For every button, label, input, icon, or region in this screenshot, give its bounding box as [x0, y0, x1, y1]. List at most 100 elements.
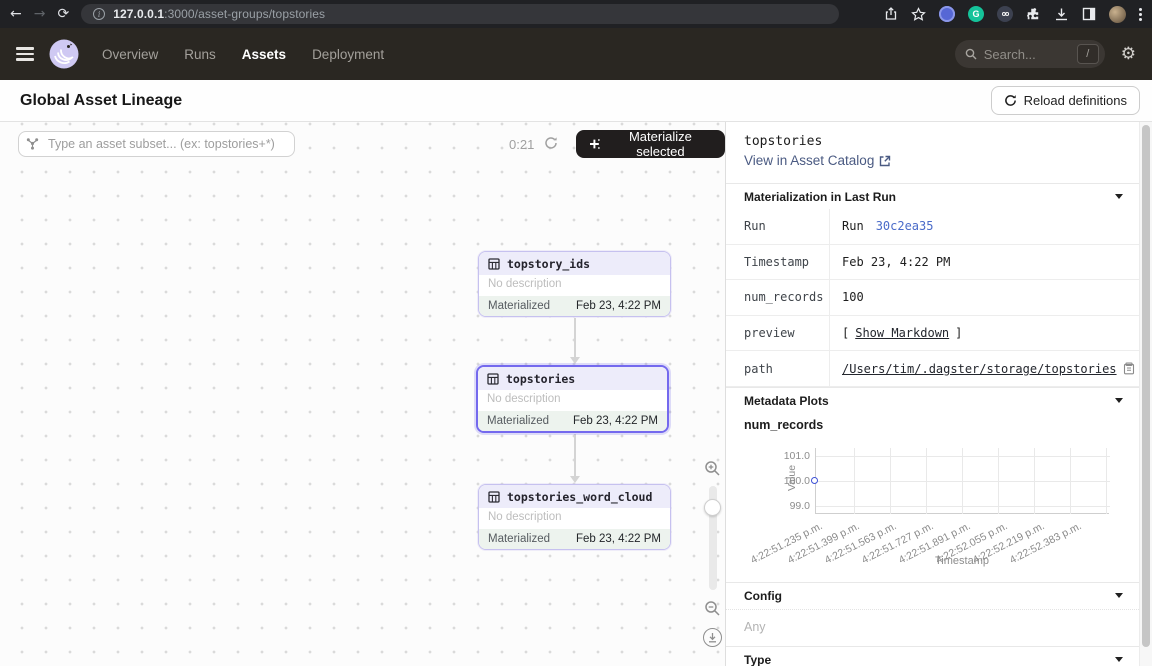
timer-label: 0:21: [509, 137, 534, 152]
table-row-timestamp: Timestamp Feb 23, 4:22 PM: [726, 245, 1139, 281]
caret-down-icon[interactable]: [1115, 593, 1123, 598]
reload-definitions-label: Reload definitions: [1024, 93, 1127, 108]
extension-icon-blue[interactable]: [939, 6, 955, 22]
back-icon[interactable]: ←: [10, 7, 22, 21]
node-status: Materialized: [488, 300, 550, 312]
asset-detail-title: topstories: [744, 134, 822, 149]
scrollbar-thumb[interactable]: [1142, 125, 1150, 647]
browser-menu-icon[interactable]: [1139, 8, 1142, 21]
profile-avatar[interactable]: [1109, 6, 1126, 23]
asset-details-panel: topstories View in Asset Catalog Materia…: [726, 122, 1152, 666]
nav-item-deployment[interactable]: Deployment: [312, 47, 384, 62]
caret-down-icon[interactable]: [1115, 398, 1123, 403]
share-icon[interactable]: [884, 7, 898, 21]
bracket: [: [842, 326, 849, 340]
materialize-icon: [588, 137, 601, 151]
zoom-in-icon[interactable]: [704, 460, 721, 477]
node-title: topstories: [506, 372, 575, 386]
page-title: Global Asset Lineage: [20, 92, 182, 110]
side-panel-icon[interactable]: [1082, 7, 1096, 21]
section-type-title: Type: [744, 653, 771, 666]
chart-x-axis-label: Timestamp: [815, 555, 1109, 567]
zoom-slider-handle[interactable]: [704, 499, 721, 516]
puzzle-extensions-icon[interactable]: [1026, 7, 1041, 22]
node-title: topstories_word_cloud: [507, 490, 652, 504]
node-timestamp: Feb 23, 4:22 PM: [576, 300, 661, 312]
run-link[interactable]: 30c2ea35: [876, 219, 934, 233]
settings-gear-icon[interactable]: ⚙: [1121, 44, 1136, 64]
app-nav: Overview Runs Assets Deployment Search..…: [0, 28, 1152, 80]
section-config-title: Config: [744, 589, 782, 603]
y-tick: 100.0: [776, 475, 810, 487]
site-info-icon[interactable]: i: [93, 8, 105, 20]
asset-node-topstory-ids[interactable]: topstory_ids No description Materialized…: [478, 251, 671, 317]
asset-filter-input[interactable]: [18, 131, 295, 157]
row-value: 100: [830, 290, 864, 304]
reload-definitions-button[interactable]: Reload definitions: [991, 86, 1140, 115]
nav-item-assets[interactable]: Assets: [242, 47, 286, 62]
config-value: Any: [744, 620, 766, 634]
asset-catalog-link[interactable]: View in Asset Catalog: [744, 153, 891, 168]
caret-down-icon[interactable]: [1115, 657, 1123, 662]
external-link-icon: [879, 155, 891, 167]
table-row-run: Run Run30c2ea35: [726, 209, 1139, 245]
forward-icon[interactable]: →: [34, 7, 46, 21]
panel-scrollbar[interactable]: [1139, 122, 1152, 666]
zoom-out-icon[interactable]: [704, 600, 721, 617]
asset-node-topstories-word-cloud[interactable]: topstories_word_cloud No description Mat…: [478, 484, 671, 550]
nav-item-overview[interactable]: Overview: [102, 47, 158, 62]
asset-catalog-link-label: View in Asset Catalog: [744, 153, 874, 168]
copy-icon[interactable]: [1123, 362, 1135, 375]
slash-shortcut-badge: /: [1077, 44, 1099, 64]
row-label: Timestamp: [726, 245, 830, 280]
browser-reload-icon[interactable]: ⟳: [57, 7, 69, 21]
search-input[interactable]: Search... /: [955, 40, 1105, 68]
materialize-selected-button[interactable]: Materialize selected: [576, 130, 725, 158]
edge-arrow-2: [574, 434, 576, 477]
materialize-selected-label: Materialize selected: [608, 129, 713, 159]
table-icon: [488, 491, 500, 503]
asset-graph-icon: [26, 137, 39, 150]
extension-icon-glasses[interactable]: oo: [997, 6, 1013, 22]
download-icon[interactable]: [1054, 7, 1069, 22]
section-config-header[interactable]: Config: [726, 582, 1139, 608]
node-description: No description: [479, 508, 670, 529]
table-row-num-records: num_records 100: [726, 280, 1139, 316]
grammarly-icon[interactable]: G: [968, 6, 984, 22]
node-status: Materialized: [488, 533, 550, 545]
bracket: ]: [955, 326, 962, 340]
chart-data-point[interactable]: [811, 477, 818, 484]
divider: [726, 609, 1139, 610]
row-label: Run: [726, 209, 830, 244]
section-metadata-plots-header[interactable]: Metadata Plots: [726, 387, 1139, 413]
url-path: :3000/asset-groups/topstories: [164, 7, 325, 21]
bookmark-star-icon[interactable]: [911, 7, 926, 22]
num-records-chart: [815, 448, 1109, 514]
node-description: No description: [479, 275, 670, 296]
section-materialization-header[interactable]: Materialization in Last Run: [726, 183, 1139, 209]
section-metadata-plots-title: Metadata Plots: [744, 394, 829, 408]
node-timestamp: Feb 23, 4:22 PM: [573, 415, 658, 427]
show-markdown-link[interactable]: Show Markdown: [855, 326, 949, 340]
page-header: Global Asset Lineage Reload definitions: [0, 80, 1152, 122]
table-row-path: path /Users/tim/.dagster/storage/topstor…: [726, 351, 1139, 387]
materialization-table: Run Run30c2ea35 Timestamp Feb 23, 4:22 P…: [726, 209, 1139, 387]
node-title: topstory_ids: [507, 257, 590, 271]
address-bar[interactable]: i 127.0.0.1:3000/asset-groups/topstories: [81, 4, 839, 24]
menu-icon[interactable]: [16, 47, 34, 60]
dagster-logo[interactable]: [48, 38, 80, 70]
row-label: preview: [726, 316, 830, 351]
path-link[interactable]: /Users/tim/.dagster/storage/topstories: [842, 362, 1117, 376]
nav-item-runs[interactable]: Runs: [184, 47, 216, 62]
table-icon: [488, 258, 500, 270]
row-label: num_records: [726, 280, 830, 315]
section-materialization-title: Materialization in Last Run: [744, 190, 896, 204]
section-type-header[interactable]: Type: [726, 646, 1139, 666]
fit-view-button[interactable]: [703, 628, 722, 647]
refresh-timer-icon[interactable]: [544, 136, 558, 150]
asset-node-topstories[interactable]: topstories No description Materialized F…: [476, 365, 669, 433]
url-text: 127.0.0.1:3000/asset-groups/topstories: [113, 7, 325, 21]
caret-down-icon[interactable]: [1115, 194, 1123, 199]
node-description: No description: [478, 390, 667, 411]
search-icon: [965, 48, 977, 60]
